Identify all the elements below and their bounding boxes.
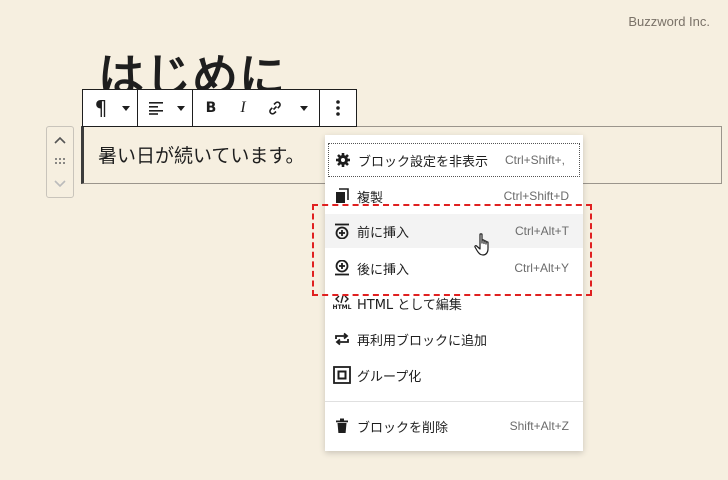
link-icon — [269, 101, 281, 115]
block-type-button[interactable]: ¶ — [85, 90, 117, 126]
menu-item-label: グループ化 — [357, 369, 422, 385]
hand-cursor-icon — [474, 233, 494, 261]
block-type-dropdown[interactable] — [117, 90, 135, 126]
menu-item-group[interactable]: グループ化 — [325, 358, 583, 392]
block-toolbar: ¶ B I — [82, 89, 357, 127]
brand-label: Buzzword Inc. — [628, 14, 710, 29]
italic-icon: I — [240, 99, 246, 116]
menu-item-shortcut: Ctrl+Alt+T — [514, 224, 569, 238]
html-icon: HTML — [333, 294, 351, 312]
move-down-button[interactable] — [50, 175, 70, 193]
menu-item-hide-settings[interactable]: ブロック設定を非表示 Ctrl+Shift+, — [328, 143, 580, 177]
group-icon — [333, 366, 351, 384]
menu-item-add-reusable[interactable]: 再利用ブロックに追加 — [325, 322, 583, 356]
menu-item-label: 再利用ブロックに追加 — [357, 333, 488, 349]
more-options-button[interactable] — [322, 90, 354, 126]
block-options-menu: ブロック設定を非表示 Ctrl+Shift+, 複製 Ctrl+Shift+D … — [325, 135, 583, 451]
move-up-button[interactable] — [50, 131, 70, 149]
bold-icon: B — [205, 100, 217, 116]
menu-item-insert-before[interactable]: 前に挿入 Ctrl+Alt+T — [325, 214, 583, 248]
chevron-down-icon — [54, 180, 66, 188]
paragraph-text[interactable]: 暑い日が続いています。 — [98, 141, 305, 168]
menu-item-shortcut: Ctrl+Alt+Y — [514, 261, 569, 275]
menu-item-label: HTML として編集 — [357, 297, 462, 313]
align-left-icon — [149, 102, 163, 115]
menu-item-label: ブロックを削除 — [357, 420, 449, 436]
menu-item-edit-html[interactable]: HTML HTML として編集 — [325, 286, 583, 320]
menu-item-label: ブロック設定を非表示 — [358, 154, 489, 170]
menu-item-insert-after[interactable]: 後に挿入 Ctrl+Alt+Y — [325, 251, 583, 285]
menu-divider — [325, 401, 583, 402]
align-dropdown[interactable] — [172, 90, 190, 126]
menu-item-shortcut: Shift+Alt+Z — [509, 419, 569, 433]
italic-button[interactable]: I — [227, 90, 259, 126]
trash-icon — [333, 417, 351, 435]
insert-before-icon — [333, 222, 351, 240]
chevron-up-icon — [54, 136, 66, 144]
menu-item-shortcut: Ctrl+Shift+, — [504, 153, 565, 167]
more-format-dropdown[interactable] — [291, 90, 317, 126]
drag-handle-icon — [55, 158, 65, 164]
reusable-icon — [333, 330, 351, 348]
align-button[interactable] — [140, 90, 172, 126]
menu-item-label: 複製 — [357, 190, 384, 206]
link-button[interactable] — [259, 90, 291, 126]
menu-item-shortcut: Ctrl+Shift+D — [503, 189, 569, 203]
drag-handle[interactable] — [50, 153, 70, 171]
html-icon-text: HTML — [332, 304, 352, 311]
gear-icon — [334, 151, 352, 169]
menu-item-duplicate[interactable]: 複製 Ctrl+Shift+D — [325, 179, 583, 213]
duplicate-icon — [333, 187, 351, 205]
caret-down-icon — [177, 105, 185, 111]
menu-item-label: 後に挿入 — [357, 262, 410, 278]
paragraph-icon: ¶ — [94, 96, 108, 120]
insert-after-icon — [333, 259, 351, 277]
block-mover — [46, 126, 74, 198]
caret-down-icon — [300, 105, 308, 111]
bold-button[interactable]: B — [195, 90, 227, 126]
menu-item-remove-block[interactable]: ブロックを削除 Shift+Alt+Z — [325, 409, 583, 443]
vertical-ellipsis-icon — [336, 100, 340, 116]
caret-down-icon — [122, 105, 130, 111]
